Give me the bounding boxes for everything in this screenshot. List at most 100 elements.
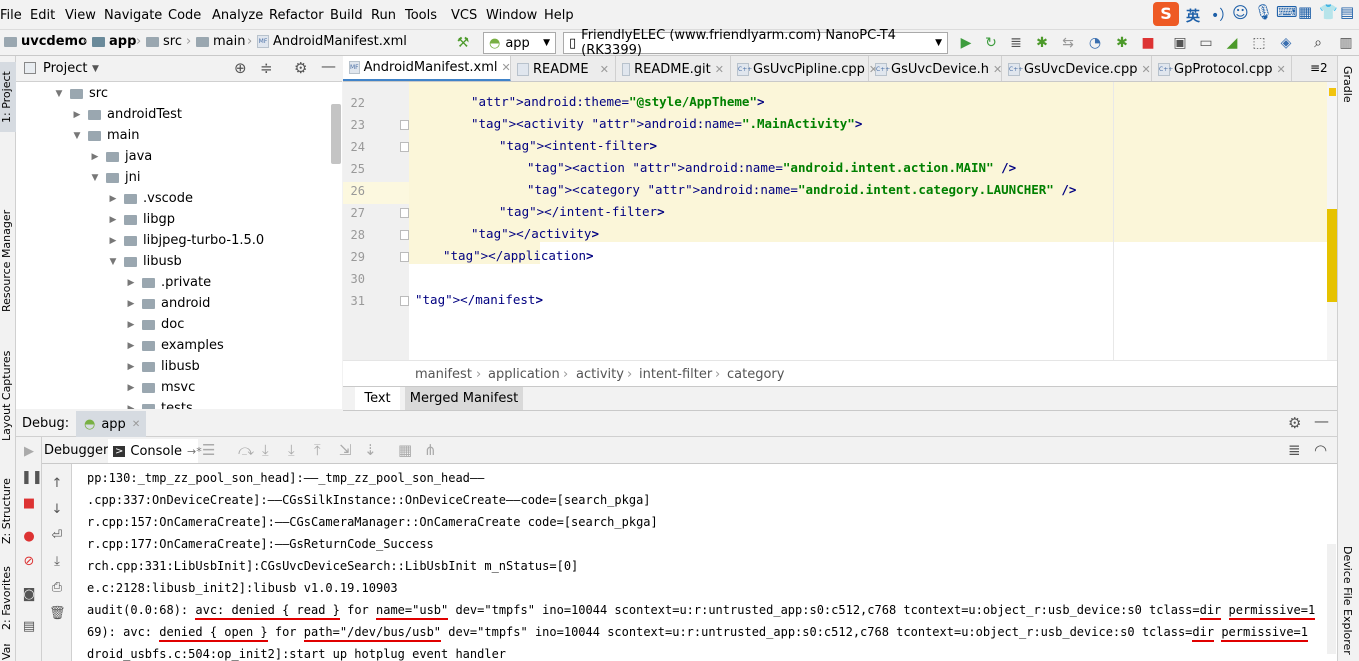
- editor-scrollbar[interactable]: [1327, 82, 1337, 360]
- menu-vcs[interactable]: VCS: [451, 8, 477, 23]
- menu-run[interactable]: Run: [371, 8, 396, 23]
- menu-view[interactable]: View: [65, 8, 96, 23]
- expand-down-icon[interactable]: ▼: [54, 89, 64, 99]
- expand-right-icon[interactable]: ▶: [90, 152, 100, 162]
- xml-crumb-intent-filter[interactable]: intent-filter: [639, 367, 712, 382]
- code-editor[interactable]: "attr">android:theme="@style/AppTheme"> "…: [409, 82, 1327, 360]
- tree-item[interactable]: ▶ doc: [126, 314, 185, 335]
- expand-right-icon[interactable]: ▶: [108, 194, 118, 204]
- tool-tab-project[interactable]: 1: Project: [0, 62, 16, 132]
- tree-item[interactable]: ▼ libusb: [108, 251, 182, 272]
- gear-icon[interactable]: ⚙: [1288, 414, 1301, 432]
- fold-marker-icon[interactable]: [400, 142, 409, 152]
- menu-code[interactable]: Code: [168, 8, 201, 23]
- stop-icon[interactable]: ■: [21, 496, 37, 511]
- layout-lines-icon[interactable]: ≣: [1288, 441, 1301, 459]
- xml-crumb-application[interactable]: application: [488, 367, 560, 382]
- search-icon[interactable]: ⌕: [1310, 35, 1326, 51]
- debug-session-tab[interactable]: ◓ app ✕: [76, 411, 146, 437]
- menu-analyze[interactable]: Analyze: [212, 8, 263, 23]
- force-step-into-icon[interactable]: ⤓: [288, 441, 295, 459]
- tab-debugger[interactable]: Debugger: [44, 439, 108, 463]
- tab-text[interactable]: Text: [355, 387, 400, 410]
- tree-item[interactable]: ▶ tests: [126, 398, 193, 409]
- expand-right-icon[interactable]: ▶: [126, 299, 136, 309]
- locate-icon[interactable]: ⊕: [234, 59, 247, 77]
- step-out-icon[interactable]: ⤒: [314, 441, 321, 459]
- scroll-to-end-icon[interactable]: ⤓: [49, 554, 65, 569]
- editor-tab[interactable]: MF AndroidManifest.xml ✕: [343, 56, 511, 81]
- xml-crumb-category[interactable]: category: [727, 367, 784, 382]
- step-over-icon[interactable]: ⤼: [238, 441, 254, 459]
- sync-project-icon[interactable]: ▣: [1172, 35, 1188, 51]
- tool-tab-favorites[interactable]: 2: Favorites: [0, 561, 16, 636]
- editor-tab[interactable]: README.git ✕: [616, 56, 731, 81]
- menu-tools[interactable]: Tools: [405, 8, 437, 23]
- tab-merged-manifest[interactable]: Merged Manifest: [405, 387, 523, 410]
- toolbox-icon[interactable]: ▦: [1298, 3, 1312, 21]
- expand-right-icon[interactable]: ▶: [126, 404, 136, 410]
- expand-right-icon[interactable]: ▶: [108, 215, 118, 225]
- threads-icon[interactable]: ⋔: [424, 441, 437, 459]
- tree-item[interactable]: ▼ src: [54, 83, 108, 104]
- tree-item[interactable]: ▶ android: [126, 293, 211, 314]
- tabs-overflow-button[interactable]: ≡2: [1310, 61, 1328, 75]
- expand-right-icon[interactable]: ▶: [126, 341, 136, 351]
- chevron-down-icon[interactable]: ▼: [92, 64, 99, 74]
- debug-icon[interactable]: ✱: [1034, 35, 1050, 51]
- layout-inspector-icon[interactable]: ◈: [1278, 35, 1294, 51]
- tree-item[interactable]: ▶ libusb: [126, 356, 200, 377]
- expand-right-icon[interactable]: ▶: [126, 278, 136, 288]
- editor-tab[interactable]: C++ GsUvcPipline.cpp ✕: [731, 56, 878, 81]
- menu-navigate[interactable]: Navigate: [104, 8, 162, 23]
- menu-window[interactable]: Window: [486, 8, 537, 23]
- tree-scrollbar[interactable]: [331, 104, 341, 164]
- device-select[interactable]: ▯ FriendlyELEC (www.friendlyarm.com) Nano…: [563, 28, 948, 58]
- microphone-icon[interactable]: 🎙: [1254, 3, 1273, 21]
- evaluate-icon[interactable]: ⇣: [364, 441, 377, 459]
- breadcrumb-module[interactable]: app: [92, 34, 136, 49]
- menu-help[interactable]: Help: [544, 8, 574, 23]
- soft-wrap-icon[interactable]: ⏎: [49, 528, 65, 543]
- device-manager-icon[interactable]: ▭: [1198, 35, 1214, 51]
- fold-marker-icon[interactable]: [400, 296, 409, 306]
- editor-tab[interactable]: C++ GsUvcDevice.h ✕: [869, 56, 1002, 81]
- menu-refactor[interactable]: Refactor: [269, 8, 324, 23]
- tab-console[interactable]: > Console →*: [108, 439, 202, 463]
- skin-icon[interactable]: 👕: [1319, 3, 1338, 21]
- sogou-logo-icon[interactable]: S: [1153, 2, 1179, 26]
- menu-lines-icon[interactable]: ☰: [202, 441, 215, 459]
- mute-breakpoints-icon[interactable]: ⊘: [21, 554, 37, 569]
- expand-right-icon[interactable]: ▶: [126, 362, 136, 372]
- grid-icon[interactable]: ▦: [398, 441, 412, 459]
- collapse-all-icon[interactable]: ≑: [260, 59, 273, 77]
- scroll-thumb[interactable]: [1327, 209, 1337, 302]
- debug-attach-icon[interactable]: ✱: [1114, 35, 1130, 51]
- xml-crumb-manifest[interactable]: manifest: [415, 367, 472, 382]
- expand-down-icon[interactable]: ▼: [90, 173, 100, 183]
- tree-item[interactable]: ▶ msvc: [126, 377, 196, 398]
- tool-tab-variants[interactable]: Variants: [0, 644, 16, 660]
- fold-marker-icon[interactable]: [400, 208, 409, 218]
- breadcrumb-project[interactable]: uvcdemo: [4, 34, 87, 49]
- apply-changes-icon[interactable]: ↻: [983, 35, 999, 51]
- tree-item[interactable]: ▼ main: [72, 125, 140, 146]
- gear-icon[interactable]: ⚙: [294, 59, 307, 77]
- ime-lang-toggle[interactable]: 英: [1186, 6, 1200, 26]
- close-icon[interactable]: ✕: [1141, 63, 1150, 76]
- tool-tab-resource-manager[interactable]: Resource Manager: [0, 206, 16, 316]
- tree-item[interactable]: ▶ examples: [126, 335, 224, 356]
- profile-icon[interactable]: ◔: [1087, 35, 1103, 51]
- close-icon[interactable]: ✕: [132, 419, 140, 430]
- sdk-manager-icon[interactable]: ◢: [1224, 35, 1240, 51]
- ime-menu-icon[interactable]: ▤: [1340, 3, 1354, 21]
- tree-item[interactable]: ▼ jni: [90, 167, 141, 188]
- tree-item[interactable]: ▶ .private: [126, 272, 212, 293]
- expand-right-icon[interactable]: ▶: [126, 320, 136, 330]
- editor-tab[interactable]: README ✕: [511, 56, 616, 81]
- tree-item[interactable]: ▶ java: [90, 146, 153, 167]
- editor-tab[interactable]: C++ GpProtocol.cpp ✕: [1152, 56, 1292, 81]
- tree-item[interactable]: ▶ libjpeg-turbo-1.5.0: [108, 230, 265, 251]
- step-into-icon[interactable]: ⤓: [262, 441, 269, 459]
- run-icon[interactable]: ▶: [958, 35, 974, 51]
